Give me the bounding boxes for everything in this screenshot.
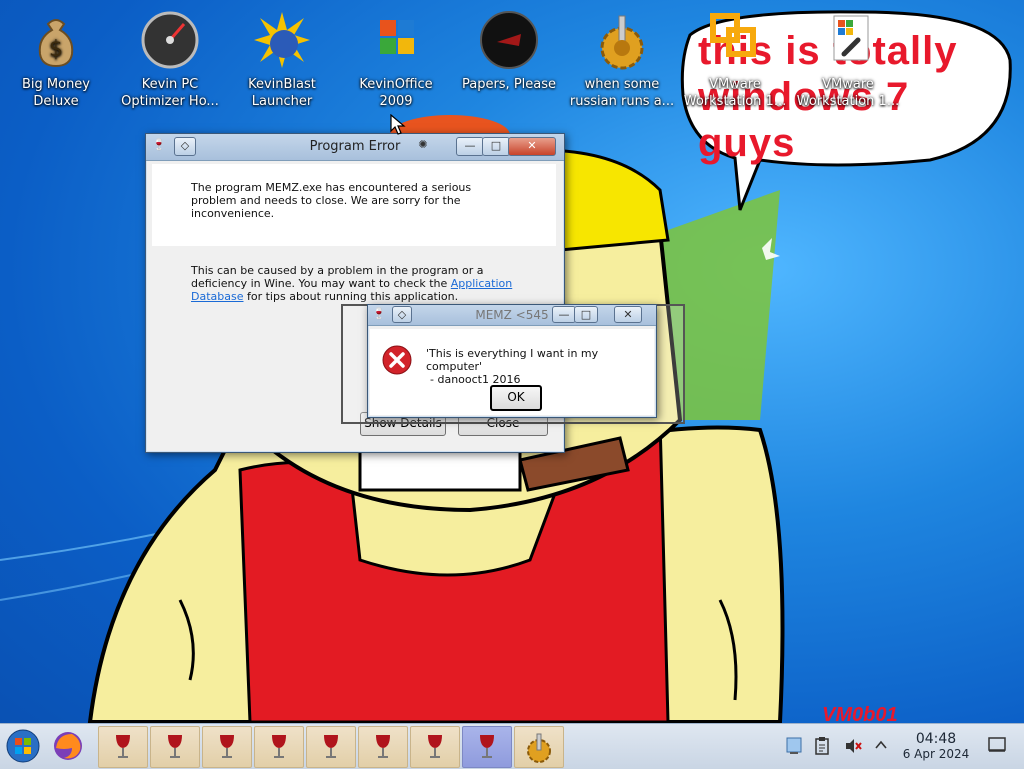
desktop-icon-kevinoffice-2009[interactable]: KevinOffice 2009 <box>342 6 450 110</box>
taskbar-task[interactable] <box>358 726 408 768</box>
detail-text-end: for tips about running this application. <box>247 290 459 303</box>
taskbar-task[interactable] <box>202 726 252 768</box>
shortcut-link-icon <box>818 10 878 70</box>
speedometer-icon <box>140 10 200 70</box>
papers-please-seal-icon <box>479 10 539 70</box>
wine-glass-icon <box>480 735 494 758</box>
bug-icon: ✺ <box>418 138 428 151</box>
desktop-icon-label: VMware Workstation 1... <box>683 77 787 109</box>
desktop-icon-label: Kevin PC Optimizer Ho... <box>121 77 219 109</box>
wine-glass-icon <box>168 735 182 758</box>
start-button[interactable] <box>6 729 40 763</box>
desktop-icon-russian[interactable]: when some russian runs a... <box>568 6 676 110</box>
show-desktop-icon[interactable] <box>988 737 1006 753</box>
vmware-icon <box>705 10 765 70</box>
taskbar-task-russian[interactable] <box>514 726 564 768</box>
taskbar-task[interactable] <box>98 726 148 768</box>
error-message: The program MEMZ.exe has encountered a s… <box>191 181 472 220</box>
maximize-button[interactable]: □ <box>574 306 598 323</box>
error-detail: This can be caused by a problem in the p… <box>191 264 521 303</box>
memz-titlebar[interactable]: 🍷 ◇ MEMZ <545 — □ ✕ <box>368 305 656 326</box>
desktop-icon-vmware-2[interactable]: VMware Workstation 1... <box>794 6 902 110</box>
desktop-icon-kevin-pc-optimizer[interactable]: Kevin PC Optimizer Ho... <box>116 6 224 110</box>
taskbar-task[interactable] <box>254 726 304 768</box>
taskbar-task-active[interactable] <box>462 726 512 768</box>
clipboard-tray-icon[interactable] <box>814 737 830 755</box>
office-logo-icon <box>366 10 426 70</box>
firefox-taskbar-icon[interactable] <box>52 730 84 762</box>
money-bag-icon: $ <box>26 10 86 70</box>
wine-glass-icon <box>324 735 338 758</box>
clock[interactable]: 04:48 6 Apr 2024 <box>894 732 978 762</box>
taskbar: 04:48 6 Apr 2024 <box>0 723 1024 769</box>
memz-message: 'This is everything I want in my compute… <box>426 347 650 386</box>
desktop-icon-label: VMware Workstation 1... <box>796 77 900 109</box>
svg-text:$: $ <box>49 37 63 62</box>
desktop-icon-label: Big Money Deluxe <box>21 77 90 109</box>
desktop-icon-vmware-1[interactable]: VMware Workstation 1... <box>681 6 789 110</box>
gear-joystick-icon <box>592 10 652 70</box>
close-window-button[interactable]: ✕ <box>508 137 556 156</box>
desktop-icon-label: KevinOffice 2009 <box>359 77 433 109</box>
desktop-icon-label: when some russian runs a... <box>569 77 675 109</box>
minimize-button[interactable]: — <box>552 306 576 323</box>
clock-date: 6 Apr 2024 <box>902 747 970 761</box>
desktop-icon-papers-please[interactable]: Papers, Please <box>455 6 563 93</box>
sunburst-disc-icon <box>252 10 312 70</box>
gear-joystick-icon <box>527 733 551 763</box>
chevron-up-icon[interactable] <box>874 738 888 752</box>
maximize-button[interactable]: □ <box>482 137 510 156</box>
windows-orb-icon <box>6 729 40 763</box>
volume-muted-icon[interactable] <box>844 737 862 755</box>
wine-glass-icon <box>272 735 286 758</box>
mouse-cursor-icon <box>390 114 406 135</box>
desktop-icon-label: KevinBlast Launcher <box>248 77 316 109</box>
clock-time: 04:48 <box>915 731 957 747</box>
wine-glass-icon <box>116 735 130 758</box>
network-tray-icon[interactable] <box>786 737 802 755</box>
taskbar-task[interactable] <box>410 726 460 768</box>
window-title: MEMZ <545 <box>475 308 549 322</box>
taskbar-task[interactable] <box>306 726 356 768</box>
detail-text: This can be caused by a problem in the p… <box>191 264 484 290</box>
desktop-icon-big-money-deluxe[interactable]: $ Big Money Deluxe <box>2 6 110 110</box>
desktop-icon-label: Papers, Please <box>461 77 557 92</box>
taskbar-task[interactable] <box>150 726 200 768</box>
desktop-icon-kevinblast-launcher[interactable]: KevinBlast Launcher <box>228 6 336 110</box>
error-icon <box>382 345 412 375</box>
memz-quote: 'This is everything I want in my compute… <box>426 347 599 373</box>
close-window-button[interactable]: ✕ <box>614 306 642 323</box>
ok-button[interactable]: OK <box>490 385 542 411</box>
program-error-titlebar[interactable]: 🍷 ◇ Program Error ✺ — □ ✕ <box>146 134 564 161</box>
wine-glass-icon <box>376 735 390 758</box>
wine-glass-icon <box>220 735 234 758</box>
minimize-button[interactable]: — <box>456 137 484 156</box>
wine-glass-icon <box>428 735 442 758</box>
memz-dialog: 🍷 ◇ MEMZ <545 — □ ✕ 'This is everything … <box>367 304 657 418</box>
